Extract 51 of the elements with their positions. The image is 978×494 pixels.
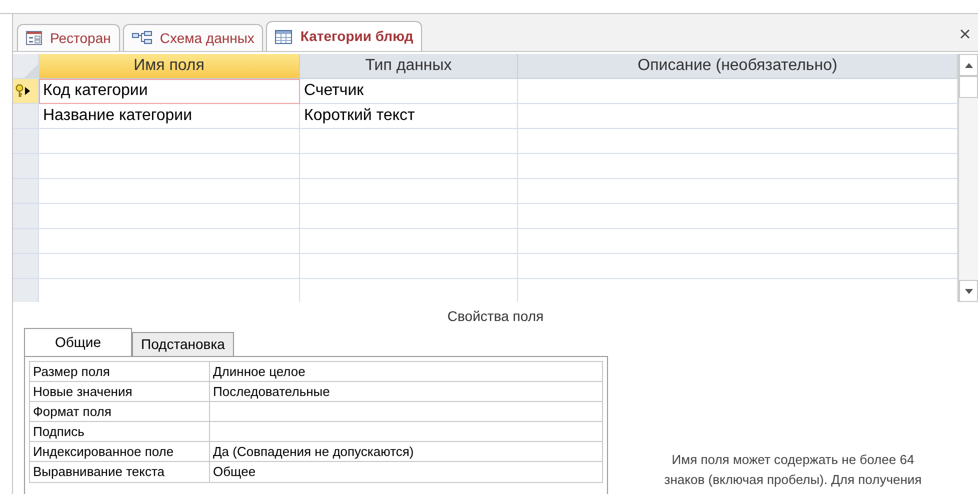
empty-cell[interactable] — [300, 154, 518, 179]
property-name: Размер поля — [30, 362, 210, 381]
property-name: Выравнивание текста — [30, 462, 210, 482]
empty-cell[interactable] — [518, 204, 958, 229]
help-text: знаков (включая пробелы). Для получения — [664, 471, 922, 489]
document-tab[interactable]: Схема данных — [122, 24, 264, 51]
property-tab[interactable]: Общие — [24, 328, 132, 356]
property-value[interactable]: Длинное целое — [210, 362, 602, 381]
row-selector[interactable] — [13, 79, 39, 104]
scroll-up-icon[interactable] — [964, 62, 972, 68]
property-value[interactable]: Общее — [210, 462, 602, 482]
corner-triangle-icon — [24, 64, 38, 78]
close-icon[interactable] — [960, 29, 970, 39]
help-text: Имя поля может содержать не более 64 — [672, 451, 914, 469]
empty-cell[interactable] — [300, 129, 518, 154]
data-type-cell[interactable]: Короткий текст — [300, 104, 518, 129]
column-header: Тип данных — [300, 54, 518, 79]
property-tab[interactable]: Подстановка — [132, 332, 234, 356]
current-row-arrow-icon — [25, 87, 30, 95]
section-title: Свойства поля — [446, 307, 545, 326]
empty-cell[interactable] — [300, 179, 518, 204]
document-tab[interactable]: Категории блюд — [266, 21, 422, 51]
property-name: Индексированное поле — [30, 442, 210, 461]
description-cell[interactable] — [518, 79, 958, 104]
property-value[interactable]: Да (Совпадения не допускаются) — [210, 442, 602, 461]
relationships-icon — [132, 31, 152, 45]
empty-cell[interactable] — [300, 229, 518, 254]
field-name-cell[interactable]: Код категории — [39, 79, 300, 104]
property-name: Подпись — [30, 422, 210, 441]
vertical-scrollbar[interactable] — [958, 54, 978, 302]
empty-cell[interactable] — [518, 229, 958, 254]
field-name-cell[interactable]: Название категории — [39, 104, 300, 129]
description-cell[interactable] — [518, 104, 958, 129]
property-name: Формат поля — [30, 402, 210, 421]
data-type-cell[interactable]: Счетчик — [300, 79, 518, 104]
empty-cell[interactable] — [300, 254, 518, 279]
property-value[interactable]: Последовательные — [210, 382, 602, 401]
scroll-down-icon[interactable] — [964, 288, 972, 294]
empty-cell[interactable] — [300, 204, 518, 229]
column-header: Описание (необязательно) — [518, 54, 958, 79]
empty-cell[interactable] — [518, 129, 958, 154]
form-icon — [26, 31, 42, 45]
table-icon — [275, 30, 292, 44]
empty-cell[interactable] — [518, 154, 958, 179]
key-icon — [15, 84, 24, 98]
document-tab[interactable]: Ресторан — [17, 24, 120, 51]
empty-cell[interactable] — [518, 179, 958, 204]
column-header: Имя поля — [39, 54, 300, 79]
scroll-thumb[interactable] — [959, 76, 978, 98]
property-name: Новые значения — [30, 382, 210, 401]
empty-cell[interactable] — [518, 254, 958, 279]
